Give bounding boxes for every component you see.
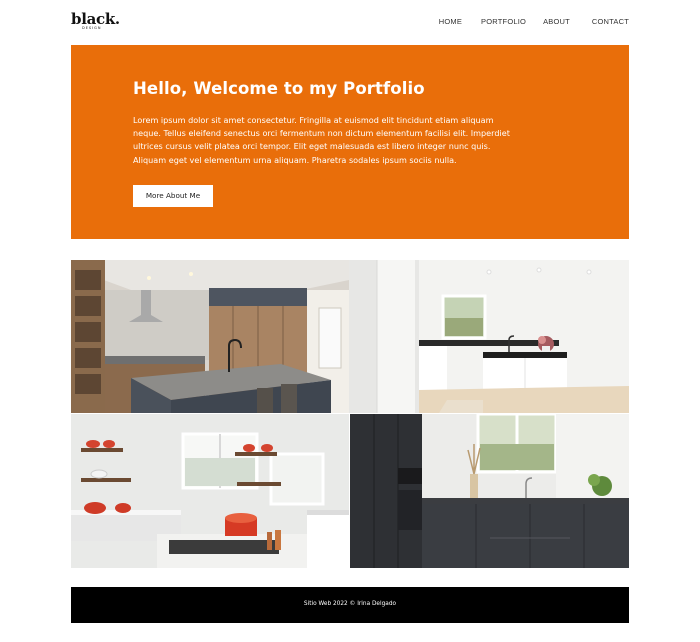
- dark-kitchen-photo: [350, 414, 629, 568]
- open-shelves-kitchen-photo: [71, 414, 349, 568]
- nav-item-about[interactable]: ABOUT: [543, 17, 570, 27]
- gallery-image-white-kitchen[interactable]: [349, 260, 629, 413]
- portfolio-gallery: [71, 260, 629, 568]
- gallery-image-kitchen-island[interactable]: [71, 260, 349, 413]
- main-nav: HOME PORTFOLIO ABOUT CONTACT: [439, 17, 629, 27]
- logo[interactable]: black. DESIGN: [71, 10, 120, 34]
- site-header: black. DESIGN HOME PORTFOLIO ABOUT CONTA…: [71, 10, 629, 36]
- hero-description: Lorem ipsum dolor sit amet consectetur. …: [133, 115, 510, 165]
- kitchen-island-photo: [71, 260, 349, 413]
- more-about-me-button[interactable]: More About Me: [133, 185, 213, 207]
- gallery-image-open-shelves-kitchen[interactable]: [71, 414, 349, 568]
- nav-item-contact[interactable]: CONTACT: [592, 17, 629, 27]
- site-footer: Sitio Web 2022 © Irina Delgado: [71, 587, 629, 623]
- hero-banner: Hello, Welcome to my Portfolio Lorem ips…: [71, 45, 629, 239]
- gallery-image-dark-kitchen[interactable]: [350, 414, 629, 568]
- nav-item-portfolio[interactable]: PORTFOLIO: [481, 17, 526, 27]
- nav-item-home[interactable]: HOME: [439, 17, 462, 27]
- hero-title: Hello, Welcome to my Portfolio: [133, 79, 425, 98]
- logo-tagline: DESIGN: [82, 26, 102, 30]
- footer-copyright: Sitio Web 2022 © Irina Delgado: [303, 601, 397, 607]
- portfolio-page: black. DESIGN HOME PORTFOLIO ABOUT CONTA…: [0, 0, 700, 642]
- white-kitchen-photo: [349, 260, 629, 413]
